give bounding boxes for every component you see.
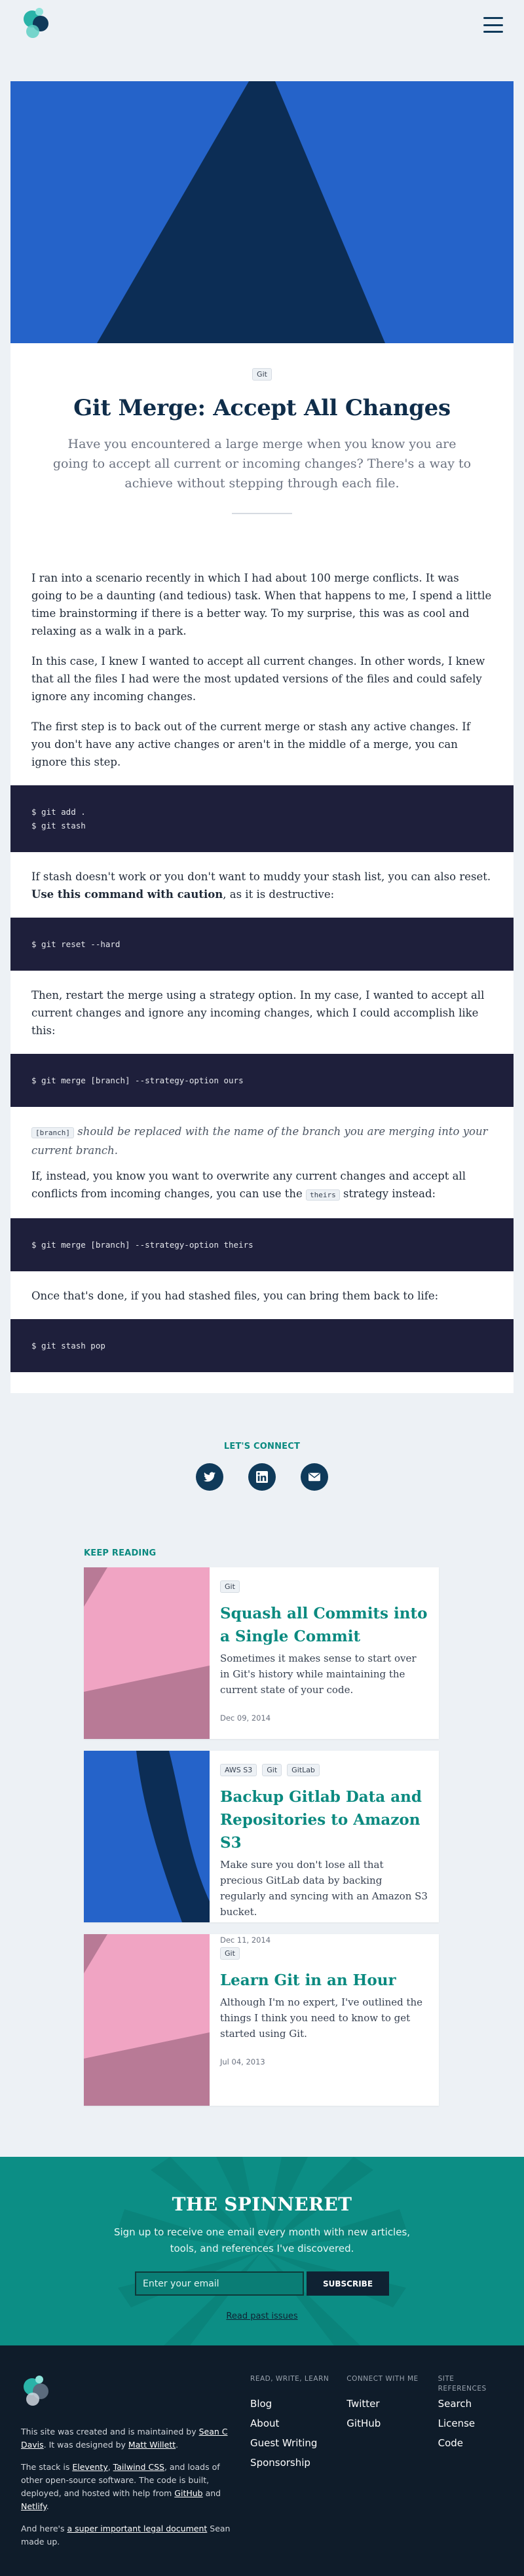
footer-link-guest-writing[interactable]: Guest Writing	[250, 2433, 333, 2453]
email-icon[interactable]	[301, 1463, 328, 1491]
article-card[interactable]: Git Squash all Commits into a Single Com…	[84, 1567, 439, 1739]
footer-column-heading: READ, WRITE, LEARN	[250, 2375, 329, 2383]
card-description: Sometimes it makes sense to start over i…	[220, 1652, 417, 1696]
article-title: Git Merge: Accept All Changes	[73, 395, 451, 421]
paragraph: In this case, I knew I wanted to accept …	[31, 655, 485, 703]
newsletter-title: THE SPINNERET	[172, 2193, 352, 2215]
card-tag[interactable]: Git	[262, 1764, 282, 1776]
card-title[interactable]: Squash all Commits into a Single Commit	[220, 1602, 428, 1648]
card-thumbnail	[84, 1567, 210, 1739]
netlify-link[interactable]: Netlify	[21, 2501, 47, 2511]
article-subtitle: Have you encountered a large merge when …	[52, 437, 472, 491]
code-line: $ git reset --hard	[31, 939, 121, 949]
card-tag[interactable]: GitLab	[287, 1764, 320, 1776]
card-description: Although I'm no expert, I've outlined th…	[220, 1996, 423, 2040]
footer-link-github[interactable]: GitHub	[346, 2414, 424, 2433]
paragraph: The first step is to back out of the cur…	[31, 720, 470, 768]
card-tag[interactable]: Git	[220, 1947, 240, 1960]
divider	[232, 513, 292, 514]
site-header	[0, 0, 524, 50]
code-block: $ git stash pop	[10, 1319, 514, 1372]
keep-reading-label: KEEP READING	[84, 1548, 157, 1558]
paragraph: Once that's done, if you had stashed fil…	[31, 1290, 439, 1302]
paragraph: Then, restart the merge using a strategy…	[31, 989, 485, 1037]
connect-section: LET'S CONNECT	[0, 1393, 524, 1491]
newsletter-section: THE SPINNERET Sign up to receive one ema…	[0, 2157, 524, 2345]
designer-link[interactable]: Matt Willett	[128, 2440, 176, 2450]
site-footer: This site was created and is maintained …	[0, 2345, 524, 2576]
keep-reading-section: KEEP READING Git Squash all Commits into…	[0, 1491, 524, 2106]
footer-link-blog[interactable]: Blog	[250, 2394, 333, 2414]
footer-legal: And here's a super important legal docum…	[21, 2524, 231, 2547]
twitter-icon[interactable]	[196, 1463, 223, 1491]
newsletter-description: Sign up to receive one email every month…	[113, 2226, 411, 2254]
footer-link-search[interactable]: Search	[438, 2394, 503, 2414]
tailwind-link[interactable]: Tailwind CSS	[113, 2462, 164, 2472]
eleventy-link[interactable]: Eleventy	[72, 2462, 107, 2472]
article-tag[interactable]: Git	[252, 368, 272, 381]
site-logo[interactable]	[21, 7, 54, 43]
card-thumbnail	[84, 1751, 210, 1922]
paragraph: I ran into a scenario recently in which …	[31, 572, 492, 637]
code-line: $ git merge [branch] --strategy-option o…	[31, 1075, 244, 1085]
footer-column-heading: SITE REFERENCES	[438, 2375, 487, 2393]
footer-column-heading: CONNECT WITH ME	[346, 2375, 419, 2383]
article-card[interactable]: Git Learn Git in an Hour Although I'm no…	[84, 1934, 439, 2106]
footer-credits: This site was created and is maintained …	[21, 2427, 228, 2450]
caution-text: Use this command with caution	[31, 888, 223, 901]
article-body: I ran into a scenario recently in which …	[10, 540, 514, 1393]
footer-stack: The stack is Eleventy, Tailwind CSS, and…	[21, 2462, 221, 2511]
card-tag[interactable]: AWS S3	[220, 1764, 257, 1776]
code-block: $ git reset --hard	[10, 918, 514, 971]
code-line: $ git merge [branch] --strategy-option t…	[31, 1240, 253, 1250]
inline-code: theirs	[306, 1189, 340, 1201]
footer-link-sponsorship[interactable]: Sponsorship	[250, 2453, 333, 2473]
code-line: $ git stash pop	[31, 1341, 105, 1351]
footer-link-about[interactable]: About	[250, 2414, 333, 2433]
inline-code: [branch]	[31, 1127, 74, 1138]
article: Git Git Merge: Accept All Changes Have y…	[10, 81, 514, 1393]
card-thumbnail	[84, 1934, 210, 2106]
code-block: $ git merge [branch] --strategy-option t…	[10, 1218, 514, 1271]
footer-link-twitter[interactable]: Twitter	[346, 2394, 424, 2414]
past-issues-link[interactable]: Read past issues	[226, 2311, 297, 2321]
card-title[interactable]: Backup Gitlab Data and Repositories to A…	[220, 1785, 428, 1854]
code-line: $ git stash	[31, 821, 86, 831]
code-block: $ git merge [branch] --strategy-option o…	[10, 1054, 514, 1107]
card-date: Dec 09, 2014	[220, 1713, 271, 1723]
card-description: Make sure you don't lose all that precio…	[220, 1859, 428, 1918]
card-title[interactable]: Learn Git in an Hour	[220, 1969, 428, 1992]
email-input[interactable]: Enter your email	[135, 2271, 304, 2296]
paragraph: If stash doesn't work or you don't want …	[31, 870, 491, 901]
article-card[interactable]: AWS S3 Git GitLab Backup Gitlab Data and…	[84, 1751, 439, 1945]
footer-link-license[interactable]: License	[438, 2414, 503, 2433]
paragraph: If, instead, you know you want to overwr…	[31, 1170, 466, 1201]
code-line: $ git add .	[31, 807, 86, 817]
code-block: $ git add . $ git stash	[10, 785, 514, 852]
card-tag[interactable]: Git	[220, 1580, 240, 1593]
hamburger-menu-icon[interactable]	[483, 17, 503, 33]
connect-label: LET'S CONNECT	[223, 1442, 301, 1451]
card-date: Jul 04, 2013	[220, 2057, 265, 2066]
github-link[interactable]: GitHub	[174, 2488, 202, 2498]
footer-link-code[interactable]: Code	[438, 2433, 503, 2453]
note-paragraph: [branch] should be replaced with the nam…	[31, 1125, 488, 1157]
legal-link[interactable]: a super important legal document	[67, 2524, 207, 2533]
linkedin-icon[interactable]	[248, 1463, 276, 1491]
hero-image	[10, 81, 514, 343]
subscribe-button[interactable]: SUBSCRIBE	[307, 2271, 389, 2296]
footer-logo[interactable]	[21, 2374, 54, 2411]
